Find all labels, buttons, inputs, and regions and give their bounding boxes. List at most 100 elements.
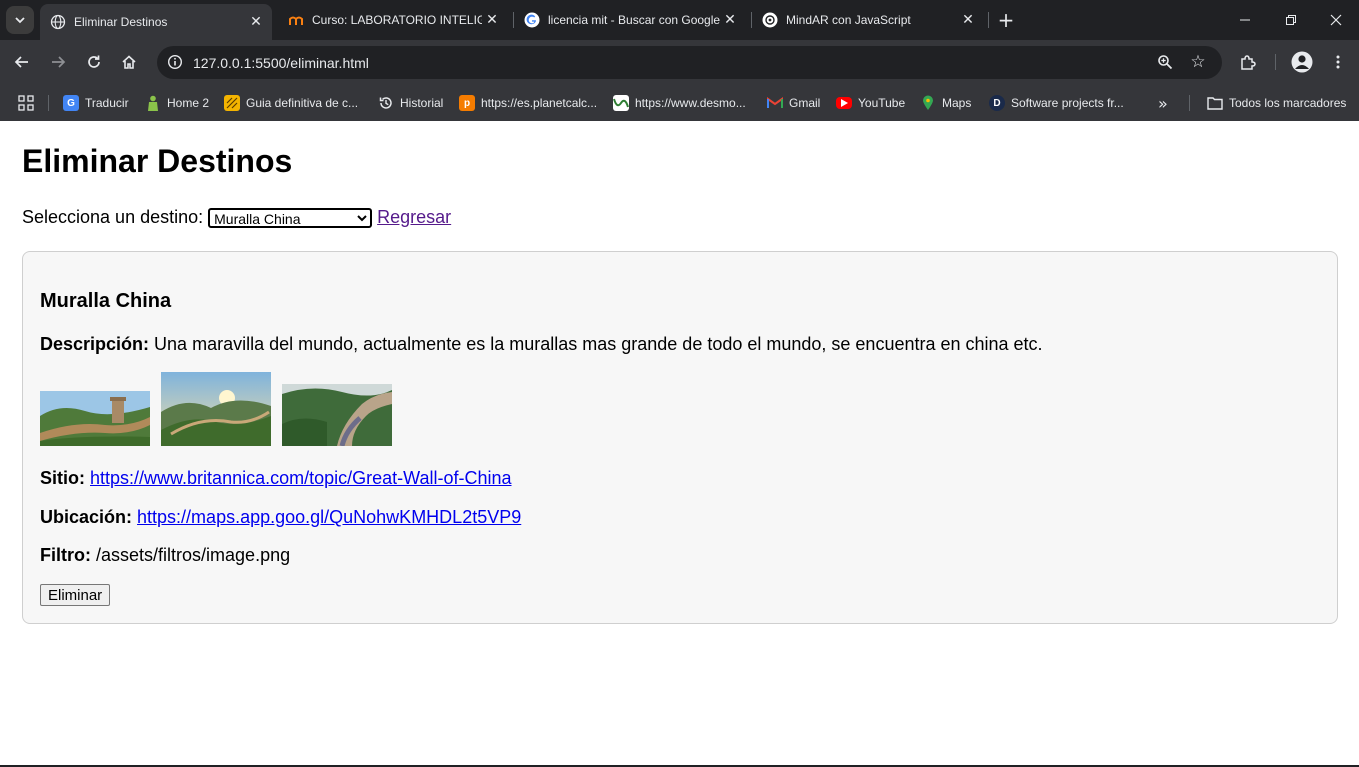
toolbar-separator [1275,54,1276,70]
page-title: Eliminar Destinos [22,143,293,179]
home-icon [122,55,136,69]
restore-icon [1286,15,1296,25]
bookmark-label: Historial [400,96,444,110]
bookmark-historial[interactable]: Historial [378,91,443,115]
location-row: Ubicación: https://maps.app.goo.gl/QuNoh… [40,507,521,528]
back-button[interactable] [8,48,36,76]
puzzle-icon [1241,55,1256,70]
destination-selector-row: Selecciona un destino: Muralla China Reg… [22,207,451,228]
close-icon[interactable]: ✕ [482,10,502,30]
reload-button[interactable] [80,48,108,76]
bookmarks-bar: G Traducir Home 2 Guia definitiva de c..… [0,85,1359,122]
destination-card: Muralla China Descripción: Una maravilla… [22,251,1338,624]
filter-value: /assets/filtros/image.png [96,545,291,565]
bookmark-label: Maps [942,96,972,110]
bookmark-label: https://es.planetcalc... [481,96,598,110]
guide-icon [224,95,240,111]
menu-button[interactable] [1324,48,1352,76]
tab-mindar[interactable]: MindAR con JavaScript ✕ [752,4,984,36]
all-bookmarks-folder[interactable]: Todos los marcadores [1207,91,1346,115]
planetcalc-icon: p [459,95,475,111]
address-bar[interactable]: 127.0.0.1:5500/eliminar.html ☆ [157,46,1222,79]
person-icon [145,95,161,111]
description-row: Descripción: Una maravilla del mundo, ac… [40,334,1043,355]
apps-grid-icon [18,95,34,111]
tab-licencia-mit[interactable]: licencia mit - Buscar con Google ✕ [514,4,746,36]
apps-button[interactable] [18,91,34,115]
restore-button[interactable] [1268,0,1314,40]
tab-curso-laboratorio[interactable]: Curso: LABORATORIO INTELIGEN ✕ [278,4,508,36]
site-row: Sitio: https://www.britannica.com/topic/… [40,468,512,489]
bookmark-label: Home 2 [167,96,210,110]
browser-toolbar: 127.0.0.1:5500/eliminar.html ☆ [0,40,1359,85]
bookmark-gmail[interactable]: Gmail [767,91,820,115]
location-link[interactable]: https://maps.app.goo.gl/QuNohwKMHDL2t5VP… [137,507,521,527]
bookmark-software-projects[interactable]: D Software projects fr... [989,91,1124,115]
delete-button[interactable]: Eliminar [40,584,111,606]
page-content: Eliminar Destinos Selecciona un destino:… [0,121,1359,767]
bookmark-planetcalc[interactable]: p https://es.planetcalc... [459,91,597,115]
more-bookmarks-button[interactable]: » [1158,91,1168,115]
globe-icon [50,14,66,30]
description-value: Una maravilla del mundo, actualmente es … [154,334,1043,354]
site-label: Sitio: [40,468,85,488]
tab-eliminar-destinos[interactable]: Eliminar Destinos ✕ [40,4,272,40]
bookmark-youtube[interactable]: YouTube [836,91,905,115]
minimize-button[interactable] [1222,0,1268,40]
openai-icon [762,12,778,28]
back-link[interactable]: Regresar [377,207,451,228]
url-text[interactable]: 127.0.0.1:5500/eliminar.html [193,55,369,71]
site-link[interactable]: https://www.britannica.com/topic/Great-W… [90,468,511,488]
google-icon [524,12,540,28]
close-icon[interactable]: ✕ [246,12,266,32]
bookmark-label: Traducir [85,96,129,110]
close-icon[interactable]: ✕ [720,10,740,30]
bookmark-label: https://www.desmo... [635,96,746,110]
location-label: Ubicación: [40,507,133,527]
bookmarks-separator [48,95,49,111]
folder-icon [1207,95,1223,111]
zoom-icon[interactable] [1155,52,1175,72]
history-icon [378,95,394,111]
tab-search-button[interactable] [6,6,34,34]
tab-strip: Eliminar Destinos ✕ Curso: LABORATORIO I… [0,0,1359,40]
close-icon [1330,14,1342,26]
bookmark-desmos[interactable]: https://www.desmo... [613,91,746,115]
bookmark-label: Gmail [789,96,821,110]
bookmarks-separator [1189,95,1190,111]
new-tab-button[interactable]: + [994,8,1018,32]
close-window-button[interactable] [1313,0,1359,40]
destination-select[interactable]: Muralla China [208,207,373,228]
translate-icon: G [63,95,79,111]
arrow-right-icon [52,56,66,68]
moodle-icon [288,12,304,28]
extensions-button[interactable] [1234,48,1262,76]
bookmark-guia-definitiva[interactable]: Guia definitiva de c... [224,91,358,115]
bookmark-label: Guia definitiva de c... [246,96,359,110]
bookmark-traducir[interactable]: G Traducir [63,91,129,115]
filter-label: Filtro: [40,545,91,565]
chevron-down-icon [15,17,25,24]
arrow-left-icon [14,56,28,68]
description-label: Descripción: [40,334,150,354]
bookmark-label: Software projects fr... [1011,96,1124,110]
more-vert-icon [1336,55,1340,69]
bookmark-maps[interactable]: Maps [920,91,971,115]
bookmark-home-2[interactable]: Home 2 [145,91,209,115]
site-info-icon[interactable] [165,52,185,72]
desmos-icon [613,95,629,111]
thumbnail-image [40,391,150,446]
destination-name: Muralla China [40,290,172,312]
close-icon[interactable]: ✕ [958,10,978,30]
youtube-icon [836,97,852,109]
reload-icon [88,55,100,68]
chevron-double-right-icon: » [1158,93,1168,113]
tab-separator [988,12,989,28]
profile-button[interactable] [1288,48,1316,76]
bookmark-label: YouTube [858,96,906,110]
thumbnail-image [282,384,392,446]
home-button[interactable] [115,48,143,76]
forward-button[interactable] [44,48,72,76]
bookmark-star-icon[interactable]: ☆ [1187,51,1209,73]
maps-icon [920,95,936,111]
